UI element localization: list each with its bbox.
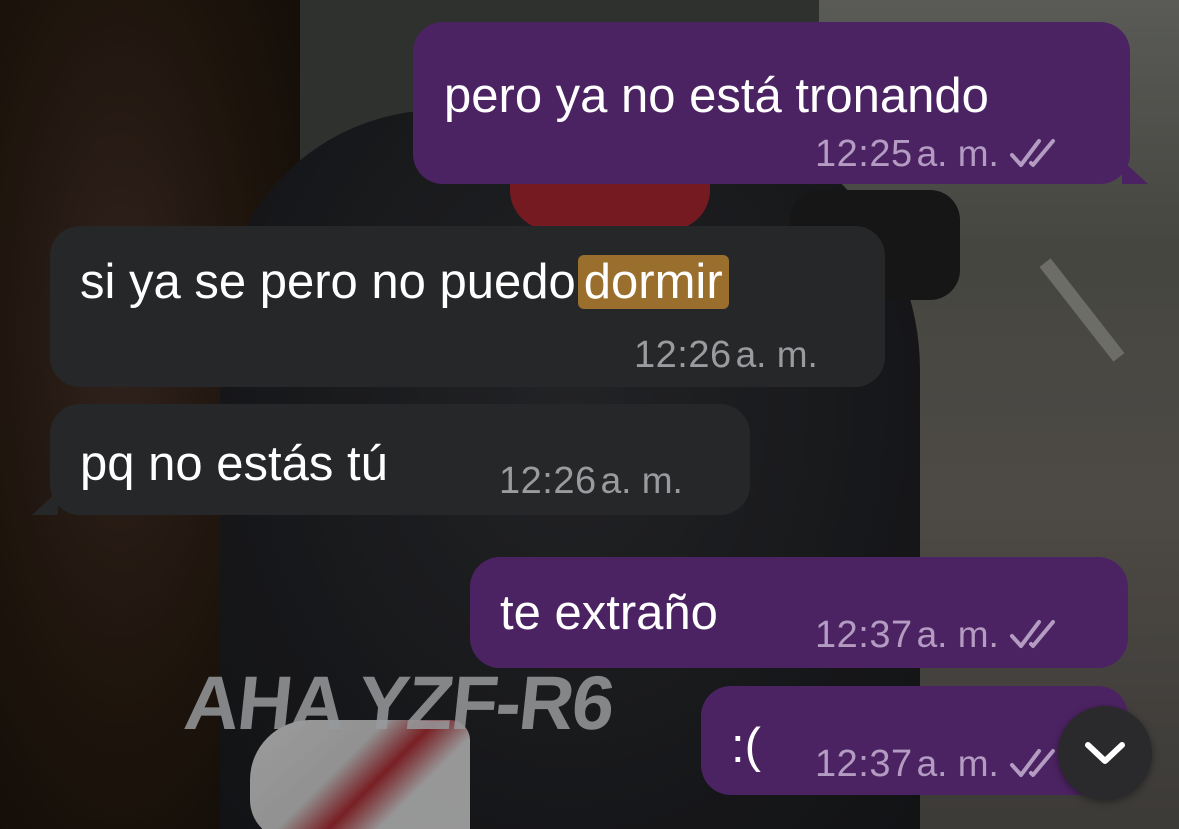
scroll-down-button[interactable]	[1058, 706, 1152, 800]
double-check-icon	[1009, 749, 1055, 777]
double-check-icon	[1009, 620, 1055, 648]
message-ampm: a. m.	[735, 334, 818, 375]
message-ampm: a. m.	[916, 743, 999, 784]
message-meta: 12:37 a. m.	[815, 742, 1065, 783]
bubble-tail	[32, 491, 58, 515]
message-ampm: a. m.	[916, 133, 999, 174]
message-bubble-outgoing[interactable]: te extraño 12:37 a. m.	[470, 557, 1128, 668]
message-text: si ya se pero no puedo dormir	[80, 255, 729, 309]
message-ampm: a. m.	[916, 614, 999, 655]
message-time: 12:26	[499, 460, 597, 502]
message-time: 12:26	[634, 334, 732, 376]
message-bubble-incoming[interactable]: si ya se pero no puedo dormir 12:26 a. m.	[50, 226, 885, 387]
message-text-plain: si ya se pero no puedo	[80, 255, 576, 309]
message-text: pero ya no está tronando	[444, 69, 989, 123]
message-time: 12:25	[815, 133, 913, 175]
chevron-down-icon	[1085, 742, 1125, 764]
message-time: 12:37	[815, 614, 913, 656]
message-bubble-incoming[interactable]: pq no estás tú 12:26 a. m.	[50, 404, 750, 515]
bubble-tail	[1122, 160, 1148, 184]
message-time: 12:37	[815, 743, 913, 785]
message-text: te extraño	[500, 586, 718, 640]
message-text: :(	[731, 719, 761, 773]
message-text: pq no estás tú	[80, 437, 388, 491]
message-meta: 12:25 a. m.	[815, 132, 1065, 173]
message-ampm: a. m.	[600, 460, 683, 501]
message-meta: 12:37 a. m.	[815, 613, 1065, 654]
search-highlight: dormir	[577, 255, 729, 309]
message-bubble-outgoing[interactable]: pero ya no está tronando 12:25 a. m.	[413, 22, 1130, 184]
message-meta: 12:26 a. m.	[499, 462, 683, 500]
message-meta: 12:26 a. m.	[634, 336, 818, 374]
double-check-icon	[1009, 139, 1055, 167]
